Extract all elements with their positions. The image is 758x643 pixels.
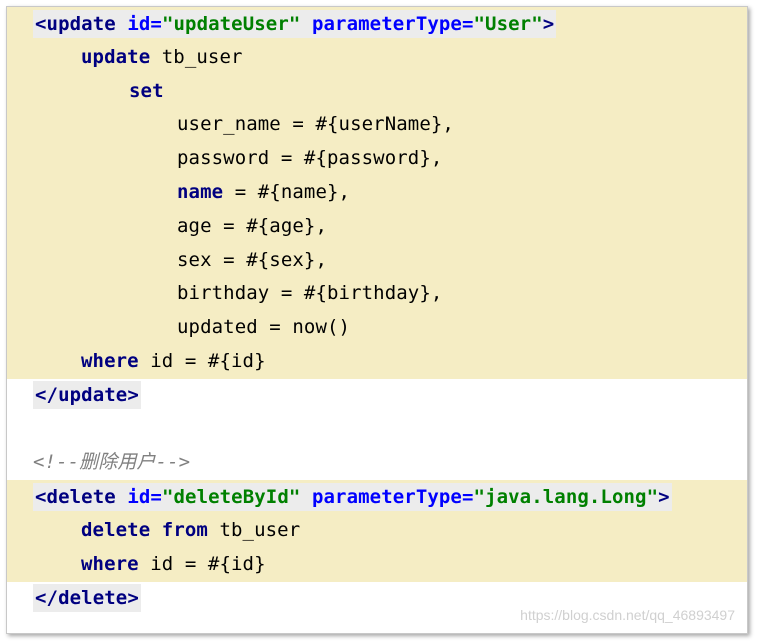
code-editor: <update id="updateUser" parameterType="U… bbox=[7, 7, 747, 615]
code-line-2: update tb_user bbox=[7, 40, 747, 75]
code-line-15: <delete id="deleteById" parameterType="j… bbox=[7, 480, 747, 514]
delete-comment: <!--删除用户--> bbox=[33, 451, 191, 474]
code-line-8: sex = #{sex}, bbox=[7, 243, 747, 278]
update-open-tag: <update id="updateUser" parameterType="U… bbox=[33, 9, 557, 38]
code-line-4: user_name = #{userName}, bbox=[7, 108, 747, 143]
delete-close-tag: </delete> bbox=[33, 584, 141, 613]
code-screenshot-frame: <update id="updateUser" parameterType="U… bbox=[6, 6, 748, 634]
code-line-3: set bbox=[7, 74, 747, 109]
code-line-5: password = #{password}, bbox=[7, 142, 747, 176]
code-line-6: name = #{name}, bbox=[7, 175, 747, 210]
code-line-1: <update id="updateUser" parameterType="U… bbox=[7, 7, 747, 41]
code-line-17: where id = #{id} bbox=[7, 547, 747, 582]
code-line-10: updated = now() bbox=[7, 311, 747, 345]
code-line-16: delete from tb_user bbox=[7, 513, 747, 548]
code-line-11: where id = #{id} bbox=[7, 344, 747, 379]
watermark-text: https://blog.csdn.net/qq_46893497 bbox=[520, 607, 735, 623]
delete-open-tag: <delete id="deleteById" parameterType="j… bbox=[33, 482, 672, 511]
code-line-9: birthday = #{birthday}, bbox=[7, 277, 747, 312]
update-close-tag: </update> bbox=[33, 381, 141, 410]
code-line-7: age = #{age}, bbox=[7, 209, 747, 244]
code-line-12: </update> bbox=[7, 379, 747, 413]
code-line-14: <!--删除用户--> bbox=[7, 446, 747, 480]
